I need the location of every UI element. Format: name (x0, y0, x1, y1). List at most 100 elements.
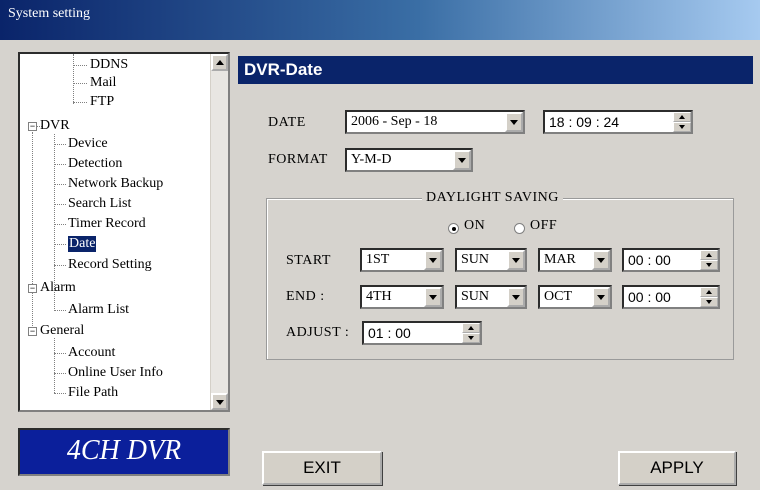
tree-line (54, 353, 66, 354)
tree-line (54, 310, 66, 311)
spin-down-icon[interactable] (462, 333, 480, 343)
end-time-value: 00 : 00 (628, 289, 671, 305)
dropdown-arrow-icon[interactable] (424, 287, 442, 307)
spin-up-icon[interactable] (673, 112, 691, 122)
title-bar: System setting (0, 0, 760, 40)
tree-item-ddns[interactable]: DDNS (90, 57, 128, 73)
tree-item-date[interactable]: Date (68, 236, 97, 252)
tree-item-general[interactable]: General (40, 323, 84, 339)
spin-down-icon[interactable] (700, 260, 718, 270)
start-month-dropdown[interactable]: MAR (538, 248, 612, 272)
date-label: DATE (268, 115, 306, 130)
end-time-spin-buttons[interactable] (700, 287, 718, 307)
tree-item-ftp[interactable]: FTP (90, 94, 114, 110)
tree-item-record-setting[interactable]: Record Setting (68, 257, 152, 273)
chevron-up-icon (216, 60, 224, 65)
system-setting-window: System setting − − − DDNS Mail FTP DVR D… (0, 0, 760, 490)
end-day-dropdown[interactable]: SUN (455, 285, 527, 309)
spin-up-icon[interactable] (700, 287, 718, 297)
daylight-saving-title: DAYLIGHT SAVING (422, 190, 563, 206)
tree-line (73, 65, 87, 66)
daylight-on-label: ON (464, 218, 486, 233)
dropdown-arrow-icon[interactable] (592, 250, 610, 270)
tree-line (73, 83, 87, 84)
end-week-value: 4TH (366, 289, 392, 304)
tree-line (54, 164, 66, 165)
end-month-dropdown[interactable]: OCT (538, 285, 612, 309)
tree-line (73, 54, 74, 104)
date-value: 2006 - Sep - 18 (351, 114, 438, 129)
dropdown-arrow-icon[interactable] (505, 112, 523, 132)
tree-item-account[interactable]: Account (68, 345, 115, 361)
tree-line (54, 204, 66, 205)
start-day-value: SUN (461, 252, 490, 267)
apply-button[interactable]: APPLY (618, 451, 736, 485)
tree-line (54, 296, 55, 311)
panel-title: DVR-Date (238, 56, 753, 84)
spin-up-icon[interactable] (462, 323, 480, 333)
format-dropdown[interactable]: Y-M-D (345, 148, 473, 172)
time-spinner[interactable]: 18 : 09 : 24 (543, 110, 693, 134)
chevron-down-icon (216, 400, 224, 405)
tree-item-detection[interactable]: Detection (68, 156, 122, 172)
start-label: START (286, 253, 331, 268)
adjust-label: ADJUST : (286, 325, 350, 340)
spin-down-icon[interactable] (700, 297, 718, 307)
daylight-off-label: OFF (530, 218, 558, 233)
dropdown-arrow-icon[interactable] (592, 287, 610, 307)
collapse-alarm-icon[interactable]: − (28, 284, 37, 293)
exit-button[interactable]: EXIT (262, 451, 382, 485)
tree-item-mail[interactable]: Mail (90, 75, 116, 91)
adjust-spinner[interactable]: 01 : 00 (362, 321, 482, 345)
tree-line (54, 338, 55, 393)
tree-item-timer-record[interactable]: Timer Record (68, 216, 146, 232)
dropdown-arrow-icon[interactable] (507, 250, 525, 270)
settings-tree[interactable]: − − − DDNS Mail FTP DVR Device Detection… (18, 52, 230, 412)
tree-line (54, 393, 66, 394)
dropdown-arrow-icon[interactable] (507, 287, 525, 307)
window-title: System setting (8, 6, 91, 21)
tree-item-online-user-info[interactable]: Online User Info (68, 365, 163, 381)
adjust-spin-buttons[interactable] (462, 323, 480, 343)
tree-item-device[interactable]: Device (68, 136, 108, 152)
time-value: 18 : 09 : 24 (549, 114, 620, 130)
tree-item-alarm-list[interactable]: Alarm List (68, 302, 129, 318)
collapse-dvr-icon[interactable]: − (28, 122, 37, 131)
tree-line (32, 132, 33, 332)
tree-line (54, 134, 55, 299)
start-time-spin-buttons[interactable] (700, 250, 718, 270)
tree-scrollbar[interactable] (210, 54, 228, 410)
start-day-dropdown[interactable]: SUN (455, 248, 527, 272)
tree-item-alarm[interactable]: Alarm (40, 280, 76, 296)
adjust-value: 01 : 00 (368, 325, 411, 341)
spin-up-icon[interactable] (700, 250, 718, 260)
collapse-general-icon[interactable]: − (28, 327, 37, 336)
tree-item-network-backup[interactable]: Network Backup (68, 176, 163, 192)
time-spin-buttons[interactable] (673, 112, 691, 132)
start-week-dropdown[interactable]: 1ST (360, 248, 444, 272)
dropdown-arrow-icon[interactable] (424, 250, 442, 270)
tree-line (54, 265, 66, 266)
tree-item-dvr[interactable]: DVR (40, 118, 70, 134)
product-logo: 4CH DVR (18, 428, 230, 476)
end-week-dropdown[interactable]: 4TH (360, 285, 444, 309)
date-dropdown[interactable]: 2006 - Sep - 18 (345, 110, 525, 134)
start-month-value: MAR (544, 252, 576, 267)
tree-line (54, 184, 66, 185)
spin-down-icon[interactable] (673, 122, 691, 132)
dropdown-arrow-icon[interactable] (453, 150, 471, 170)
start-time-spinner[interactable]: 00 : 00 (622, 248, 720, 272)
end-time-spinner[interactable]: 00 : 00 (622, 285, 720, 309)
daylight-on-radio[interactable] (448, 223, 459, 234)
tree-line (73, 102, 87, 103)
daylight-off-radio[interactable] (514, 223, 525, 234)
format-label: FORMAT (268, 152, 328, 167)
tree-line (54, 224, 66, 225)
end-month-value: OCT (544, 289, 572, 304)
tree-item-search-list[interactable]: Search List (68, 196, 131, 212)
scroll-down-button[interactable] (211, 393, 228, 410)
tree-item-file-path[interactable]: File Path (68, 385, 118, 401)
scroll-up-button[interactable] (211, 54, 228, 71)
tree-line (54, 144, 66, 145)
tree-line (54, 373, 66, 374)
